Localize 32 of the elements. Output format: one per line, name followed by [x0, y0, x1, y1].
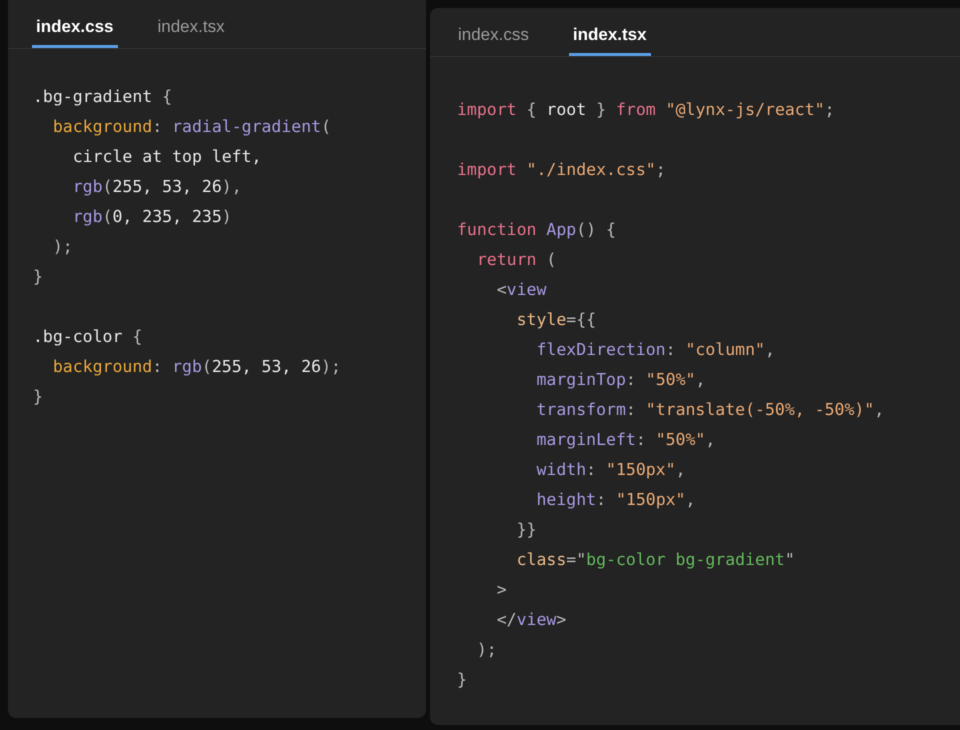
code-line: class="bg-color bg-gradient" — [516, 549, 795, 571]
code-line: background: rgb(255, 53, 26); — [52, 356, 341, 378]
code-line: } — [33, 386, 43, 408]
code-line: function App() { — [457, 219, 616, 241]
code-line: circle at top left, — [72, 146, 262, 168]
code-line: transform: "translate(-50%, -50%)", — [535, 399, 884, 421]
code-line: } — [457, 669, 467, 691]
file-tab[interactable]: index.tsx — [568, 8, 651, 56]
code-line: ); — [476, 639, 497, 661]
code-line: import { root } from "@lynx-js/react"; — [457, 99, 835, 121]
file-tab[interactable]: index.css — [454, 8, 533, 56]
code-line: marginTop: "50%", — [535, 369, 706, 391]
code-line: }} — [516, 519, 536, 541]
code-line: .bg-color { — [33, 326, 142, 348]
code-line: } — [33, 266, 43, 288]
code-line: > — [496, 579, 507, 601]
code-line: </view> — [496, 609, 566, 631]
code-line: flexDirection: "column", — [535, 339, 775, 361]
code-line: return ( — [476, 249, 556, 271]
code-line: background: radial-gradient( — [52, 116, 332, 138]
code-line: marginLeft: "50%", — [535, 429, 716, 451]
code-line: ); — [52, 236, 73, 258]
code-line: rgb(0, 235, 235) — [72, 206, 232, 228]
code-line: import "./index.css"; — [457, 159, 666, 181]
code-line: <view — [496, 279, 546, 301]
code-line: .bg-gradient { — [33, 86, 172, 108]
code-line: height: "150px", — [535, 489, 696, 511]
code-line: style={{ — [516, 309, 596, 331]
code-line: rgb(255, 53, 26), — [72, 176, 242, 198]
file-tab[interactable]: index.css — [32, 0, 118, 48]
file-tab[interactable]: index.tsx — [154, 0, 229, 48]
code-line: width: "150px", — [535, 459, 686, 481]
